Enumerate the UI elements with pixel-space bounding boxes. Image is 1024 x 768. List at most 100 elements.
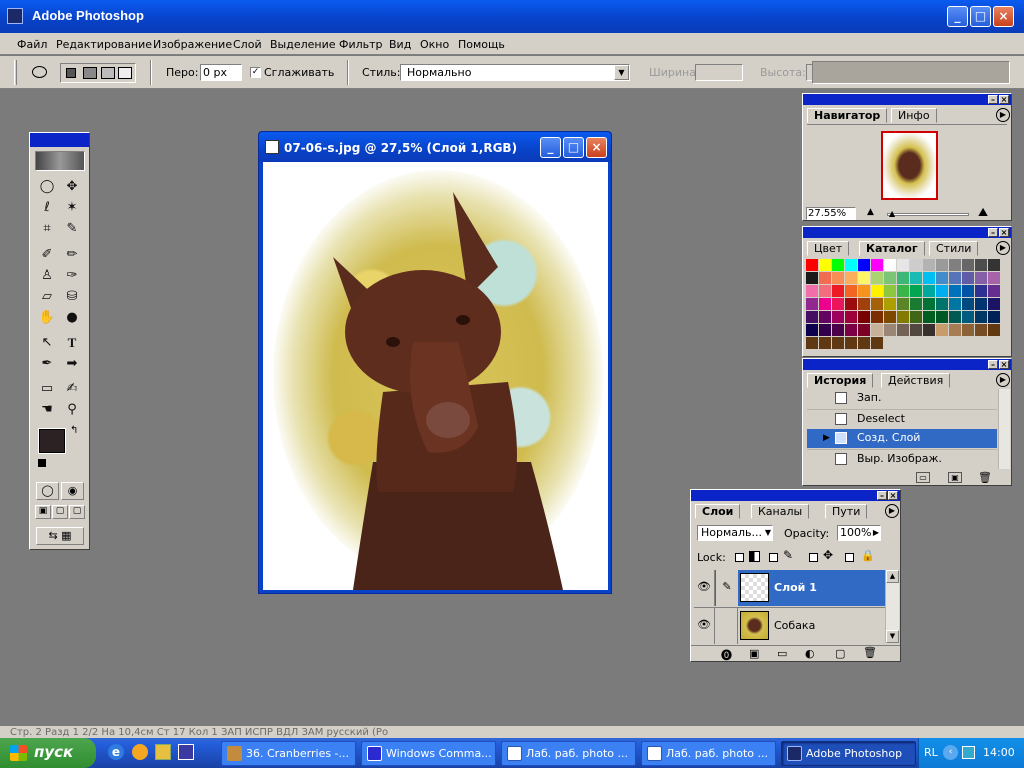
menu-window[interactable]: Окно [420,38,449,51]
color-swatch[interactable] [806,298,818,310]
save-quicklaunch-icon[interactable] [178,744,194,760]
color-swatch[interactable] [884,298,896,310]
hand-tool-icon[interactable]: ☚ [35,400,59,420]
history-brush-tool-icon[interactable]: ✑ [60,266,84,286]
color-swatch[interactable] [884,285,896,297]
standard-mode-button[interactable]: ◯ [36,482,59,500]
color-swatch[interactable] [806,272,818,284]
width-input[interactable] [695,64,743,81]
color-swatch[interactable] [923,298,935,310]
eraser-tool-icon[interactable]: ▱ [35,287,59,307]
clone-stamp-tool-icon[interactable]: ♙ [35,266,59,286]
color-swatch[interactable] [936,298,948,310]
color-swatch[interactable] [845,337,857,349]
zoom-tool-icon[interactable]: ⚲ [60,400,84,420]
color-swatch[interactable] [975,259,987,271]
scroll-up-button[interactable]: ▲ [886,570,899,583]
add-selection-icon[interactable] [83,67,97,79]
new-set-icon[interactable]: ▭ [777,647,787,660]
lock-transparency-checkbox[interactable] [735,553,744,562]
tab-channels[interactable]: Каналы [751,504,810,519]
history-item-selected[interactable]: ▶ Созд. Слой [807,429,997,448]
document-close-button[interactable]: × [586,137,607,158]
elliptical-marquee-preset-icon[interactable] [32,66,47,78]
paint-bucket-tool-icon[interactable]: ⛁ [60,287,84,307]
color-swatch[interactable] [871,298,883,310]
document-canvas[interactable] [263,162,608,590]
color-swatch[interactable] [832,259,844,271]
color-swatch[interactable] [897,311,909,323]
history-menu-icon[interactable]: ▶ [996,373,1010,387]
color-swatch[interactable] [819,272,831,284]
palette-well[interactable] [812,61,1010,84]
taskbar-item-word-2[interactable]: Лаб. раб. photo ... [641,741,776,766]
color-swatch[interactable] [858,298,870,310]
tab-info[interactable]: Инфо [891,108,937,123]
document-title-bar[interactable]: 07-06-s.jpg @ 27,5% (Слой 1,RGB) _ □ × [259,132,611,162]
color-swatch[interactable] [975,324,987,336]
color-swatch[interactable] [845,311,857,323]
lock-position-checkbox[interactable] [809,553,818,562]
color-swatch[interactable] [858,285,870,297]
layer-brush-icon[interactable]: ✎ [716,570,738,606]
delete-layer-icon[interactable]: 🗑 [863,646,877,659]
color-swatch[interactable] [884,324,896,336]
menu-file[interactable]: Файл [17,38,47,51]
color-swatch[interactable] [962,285,974,297]
blur-tool-icon[interactable]: ✋ [35,308,59,328]
feather-input[interactable]: 0 px [200,64,242,81]
delete-state-icon[interactable]: 🗑 [978,471,992,484]
color-swatch[interactable] [858,311,870,323]
menu-select[interactable]: Выделение [270,38,336,51]
magic-wand-tool-icon[interactable]: ✶ [60,198,84,218]
move-tool-icon[interactable]: ✥ [60,177,84,197]
color-swatch[interactable] [975,298,987,310]
navigator-title-bar[interactable] [803,94,1011,105]
type-tool-icon[interactable]: T [60,333,84,353]
color-swatch[interactable] [936,272,948,284]
color-swatch[interactable] [819,324,831,336]
color-swatch[interactable] [923,272,935,284]
tab-styles[interactable]: Стили [929,241,979,256]
tab-history[interactable]: История [807,373,874,388]
color-swatch[interactable] [949,311,961,323]
navigator-zoom-slider[interactable] [887,213,969,216]
minimize-button[interactable]: _ [947,6,968,27]
color-swatch[interactable] [819,285,831,297]
color-swatch[interactable] [962,259,974,271]
lock-pixels-checkbox[interactable] [769,553,778,562]
color-swatch[interactable] [832,285,844,297]
layer-visibility-eye-icon[interactable]: 👁 [694,608,715,644]
shape-tool-icon[interactable]: ➡ [60,354,84,374]
color-swatch[interactable] [884,311,896,323]
layers-close-button[interactable]: × [888,491,898,500]
screen-mode-full-button[interactable]: ▢ [69,505,85,519]
pen-tool-icon[interactable]: ✒ [35,354,59,374]
color-swatch[interactable] [923,285,935,297]
color-swatch[interactable] [897,285,909,297]
color-swatch[interactable] [832,298,844,310]
color-swatch[interactable] [962,311,974,323]
layer-link-slot[interactable] [716,608,738,644]
opacity-input[interactable]: 100% ▶ [837,525,881,541]
foreground-color-swatch[interactable] [38,428,66,454]
color-swatch[interactable] [910,324,922,336]
color-swatch[interactable] [897,259,909,271]
color-swatch[interactable] [832,311,844,323]
color-swatch[interactable] [845,272,857,284]
color-swatch[interactable] [845,259,857,271]
slice-tool-icon[interactable]: ✎ [60,219,84,239]
chevron-down-icon[interactable]: ▼ [614,65,629,80]
brush-tool-icon[interactable]: ✏ [60,245,84,265]
color-swatch[interactable] [832,272,844,284]
menu-filter[interactable]: Фильтр [339,38,383,51]
color-swatch[interactable] [845,324,857,336]
antialias-checkbox[interactable]: ✓ [250,67,261,78]
history-minimize-button[interactable]: – [988,360,998,369]
layer-row-selected[interactable]: 👁 ✎ Слой 1 [694,570,885,606]
navigator-zoom-field[interactable]: 27.55% [806,207,856,220]
menu-help[interactable]: Помощь [458,38,505,51]
history-item[interactable]: Выр. Изображ. [807,449,997,468]
layer-visibility-eye-icon[interactable]: 👁 [694,570,715,606]
swatches-minimize-button[interactable]: – [988,228,998,237]
